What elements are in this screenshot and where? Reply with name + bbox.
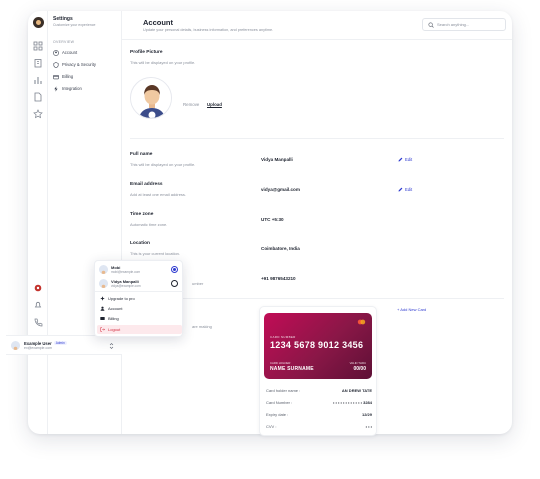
chevron-updown-icon[interactable] [109, 342, 114, 350]
sidebar-subtitle: Customize your experience [53, 23, 96, 27]
phone-icon[interactable] [33, 317, 43, 327]
current-user[interactable]: Example User Admin ex@example.com [6, 335, 122, 355]
sidebar-item-label: Account [62, 50, 78, 55]
divider [130, 138, 504, 139]
mastercard-icon [357, 319, 366, 325]
divider [95, 291, 184, 292]
email-hint: Add at least one email address. [130, 192, 187, 197]
sidebar-item-billing[interactable]: Billing [51, 72, 117, 81]
search-box[interactable] [422, 18, 506, 31]
settings-sidebar: Settings Customize your experience OVERV… [48, 11, 122, 434]
location-hint: This is your current location. [130, 251, 181, 256]
payment-card-panel: CARD NUMBER 1234 5678 9012 3456 CARD HOL… [259, 306, 377, 436]
avatar [11, 340, 20, 350]
pencil-icon [398, 187, 403, 192]
page-header: Account Update your personal details, bu… [122, 11, 512, 40]
location-label: Location [130, 241, 150, 246]
sidebar-item-integration[interactable]: Integration [51, 84, 117, 93]
full-name-label: Full name [130, 152, 153, 157]
account-email: mobi@example.com [111, 270, 141, 274]
sparkle-icon [100, 296, 105, 301]
search-icon [428, 21, 434, 28]
user-name: Example User [24, 340, 52, 346]
user-icon [53, 49, 59, 56]
card-holder: NAME SURNAME [270, 366, 314, 372]
grid-icon[interactable] [33, 41, 43, 51]
app-logo [33, 17, 44, 28]
phone-value: +91 9876543210 [261, 276, 296, 281]
account-email: vidya@example.com [111, 284, 141, 288]
app-window: Settings Customize your experience OVERV… [6, 11, 512, 436]
card-detail-row: CVV : • • • [266, 424, 372, 429]
location-value: Coimbatore, India [261, 246, 300, 251]
card-icon [53, 74, 59, 79]
billing-menu-item[interactable]: Billing [97, 314, 182, 323]
sidebar-item-label: Privacy & Security [62, 62, 96, 67]
edit-email-button[interactable]: Edit [398, 187, 412, 192]
profile-picture-label: Profile Picture [130, 50, 163, 55]
full-name-hint: This will be displayed on your profile. [130, 162, 196, 167]
card-number: 1234 5678 9012 3456 [270, 340, 364, 350]
role-badge: Admin [53, 341, 67, 345]
time-zone-value: UTC +5:30 [261, 217, 284, 222]
avatar [99, 265, 108, 274]
edit-name-button[interactable]: Edit [398, 157, 412, 162]
search-input[interactable] [437, 22, 497, 27]
icon-rail [28, 11, 48, 434]
time-zone-hint: Automatic time zone. [130, 222, 168, 227]
account-radio[interactable] [171, 280, 178, 287]
upgrade-menu-item[interactable]: Upgrade to pro [97, 294, 182, 303]
avatar [99, 279, 108, 288]
sidebar-section-label: OVERVIEW [53, 40, 75, 44]
add-new-card-button[interactable]: + Add New Card [397, 307, 426, 312]
logout-menu-item[interactable]: Logout [97, 325, 182, 334]
logout-icon [100, 327, 105, 332]
card-detail-row: Card holder name : AN DREW TATE [266, 388, 372, 393]
sidebar-title: Settings [53, 16, 73, 22]
valid-thru-label: VALID THRU [349, 361, 366, 365]
pencil-icon [398, 157, 403, 162]
account-menu-item[interactable]: Account [97, 304, 182, 313]
account-option[interactable]: Mobi mobi@example.com [99, 263, 181, 276]
upload-picture-button[interactable]: Upload [207, 102, 222, 107]
document-icon[interactable] [33, 92, 43, 102]
bell-icon[interactable] [33, 300, 43, 310]
profile-picture-hint: This will be displayed on your profile. [130, 60, 196, 65]
full-name-value: Vidya Manpalli [261, 157, 293, 162]
account-menu: Mobi mobi@example.com Vidya Manpalli vid… [94, 260, 184, 337]
card-number-label: CARD NUMBER [270, 335, 296, 339]
divider [130, 298, 504, 299]
building-icon[interactable] [33, 58, 43, 68]
email-value: vidya@gmail.com [261, 187, 300, 192]
chart-icon[interactable] [33, 75, 43, 85]
sidebar-item-label: Billing [62, 74, 74, 79]
valid-thru: 00/00 [353, 366, 366, 372]
payment-hint: are making [192, 324, 212, 329]
bolt-icon [54, 85, 58, 92]
phone-hint: umber [192, 281, 204, 286]
sidebar-item-label: Integration [62, 86, 82, 91]
card-holder-label: CARD HOLDER [270, 361, 291, 365]
sidebar-item-account[interactable]: Account [51, 48, 117, 57]
main-content: Account Update your personal details, bu… [122, 11, 512, 436]
user-icon [100, 306, 105, 311]
credit-card: CARD NUMBER 1234 5678 9012 3456 CARD HOL… [264, 313, 372, 379]
card-detail-row: Expiry date :12/29 [266, 412, 372, 417]
user-email: ex@example.com [24, 345, 53, 350]
account-radio-selected[interactable] [171, 266, 178, 273]
page-subtitle: Update your personal details, business i… [143, 28, 274, 32]
shield-icon [53, 61, 59, 68]
email-label: Email address [130, 182, 163, 187]
page-title: Account [143, 18, 173, 27]
avatar [130, 77, 172, 119]
account-option[interactable]: Vidya Manpalli vidya@example.com [99, 277, 181, 290]
card-detail-row: Card Number : • • • • • • • • • • • • 328… [266, 400, 372, 405]
gear-icon[interactable] [33, 283, 43, 293]
card-icon [100, 317, 105, 320]
remove-picture-button[interactable]: Remove [183, 102, 199, 107]
star-icon[interactable] [33, 109, 43, 119]
sidebar-item-privacy[interactable]: Privacy & Security [51, 60, 117, 69]
time-zone-label: Time zone [130, 212, 154, 217]
